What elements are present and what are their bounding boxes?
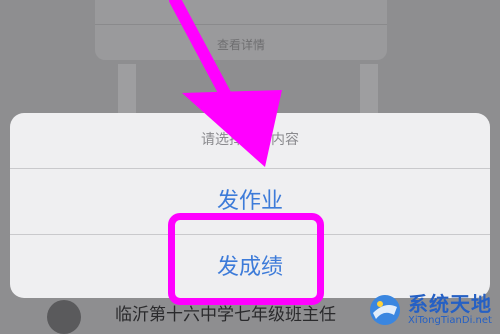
watermark: 系统天地 XiTongTianDi.net: [368, 290, 492, 330]
annotation-highlight-box: [168, 213, 324, 305]
watermark-text: 系统天地 XiTongTianDi.net: [408, 294, 492, 326]
watermark-url: XiTongTianDi.net: [408, 315, 492, 326]
watermark-title: 系统天地: [408, 292, 492, 316]
globe-logo-icon: [370, 295, 400, 325]
arrow-head: [182, 90, 282, 167]
